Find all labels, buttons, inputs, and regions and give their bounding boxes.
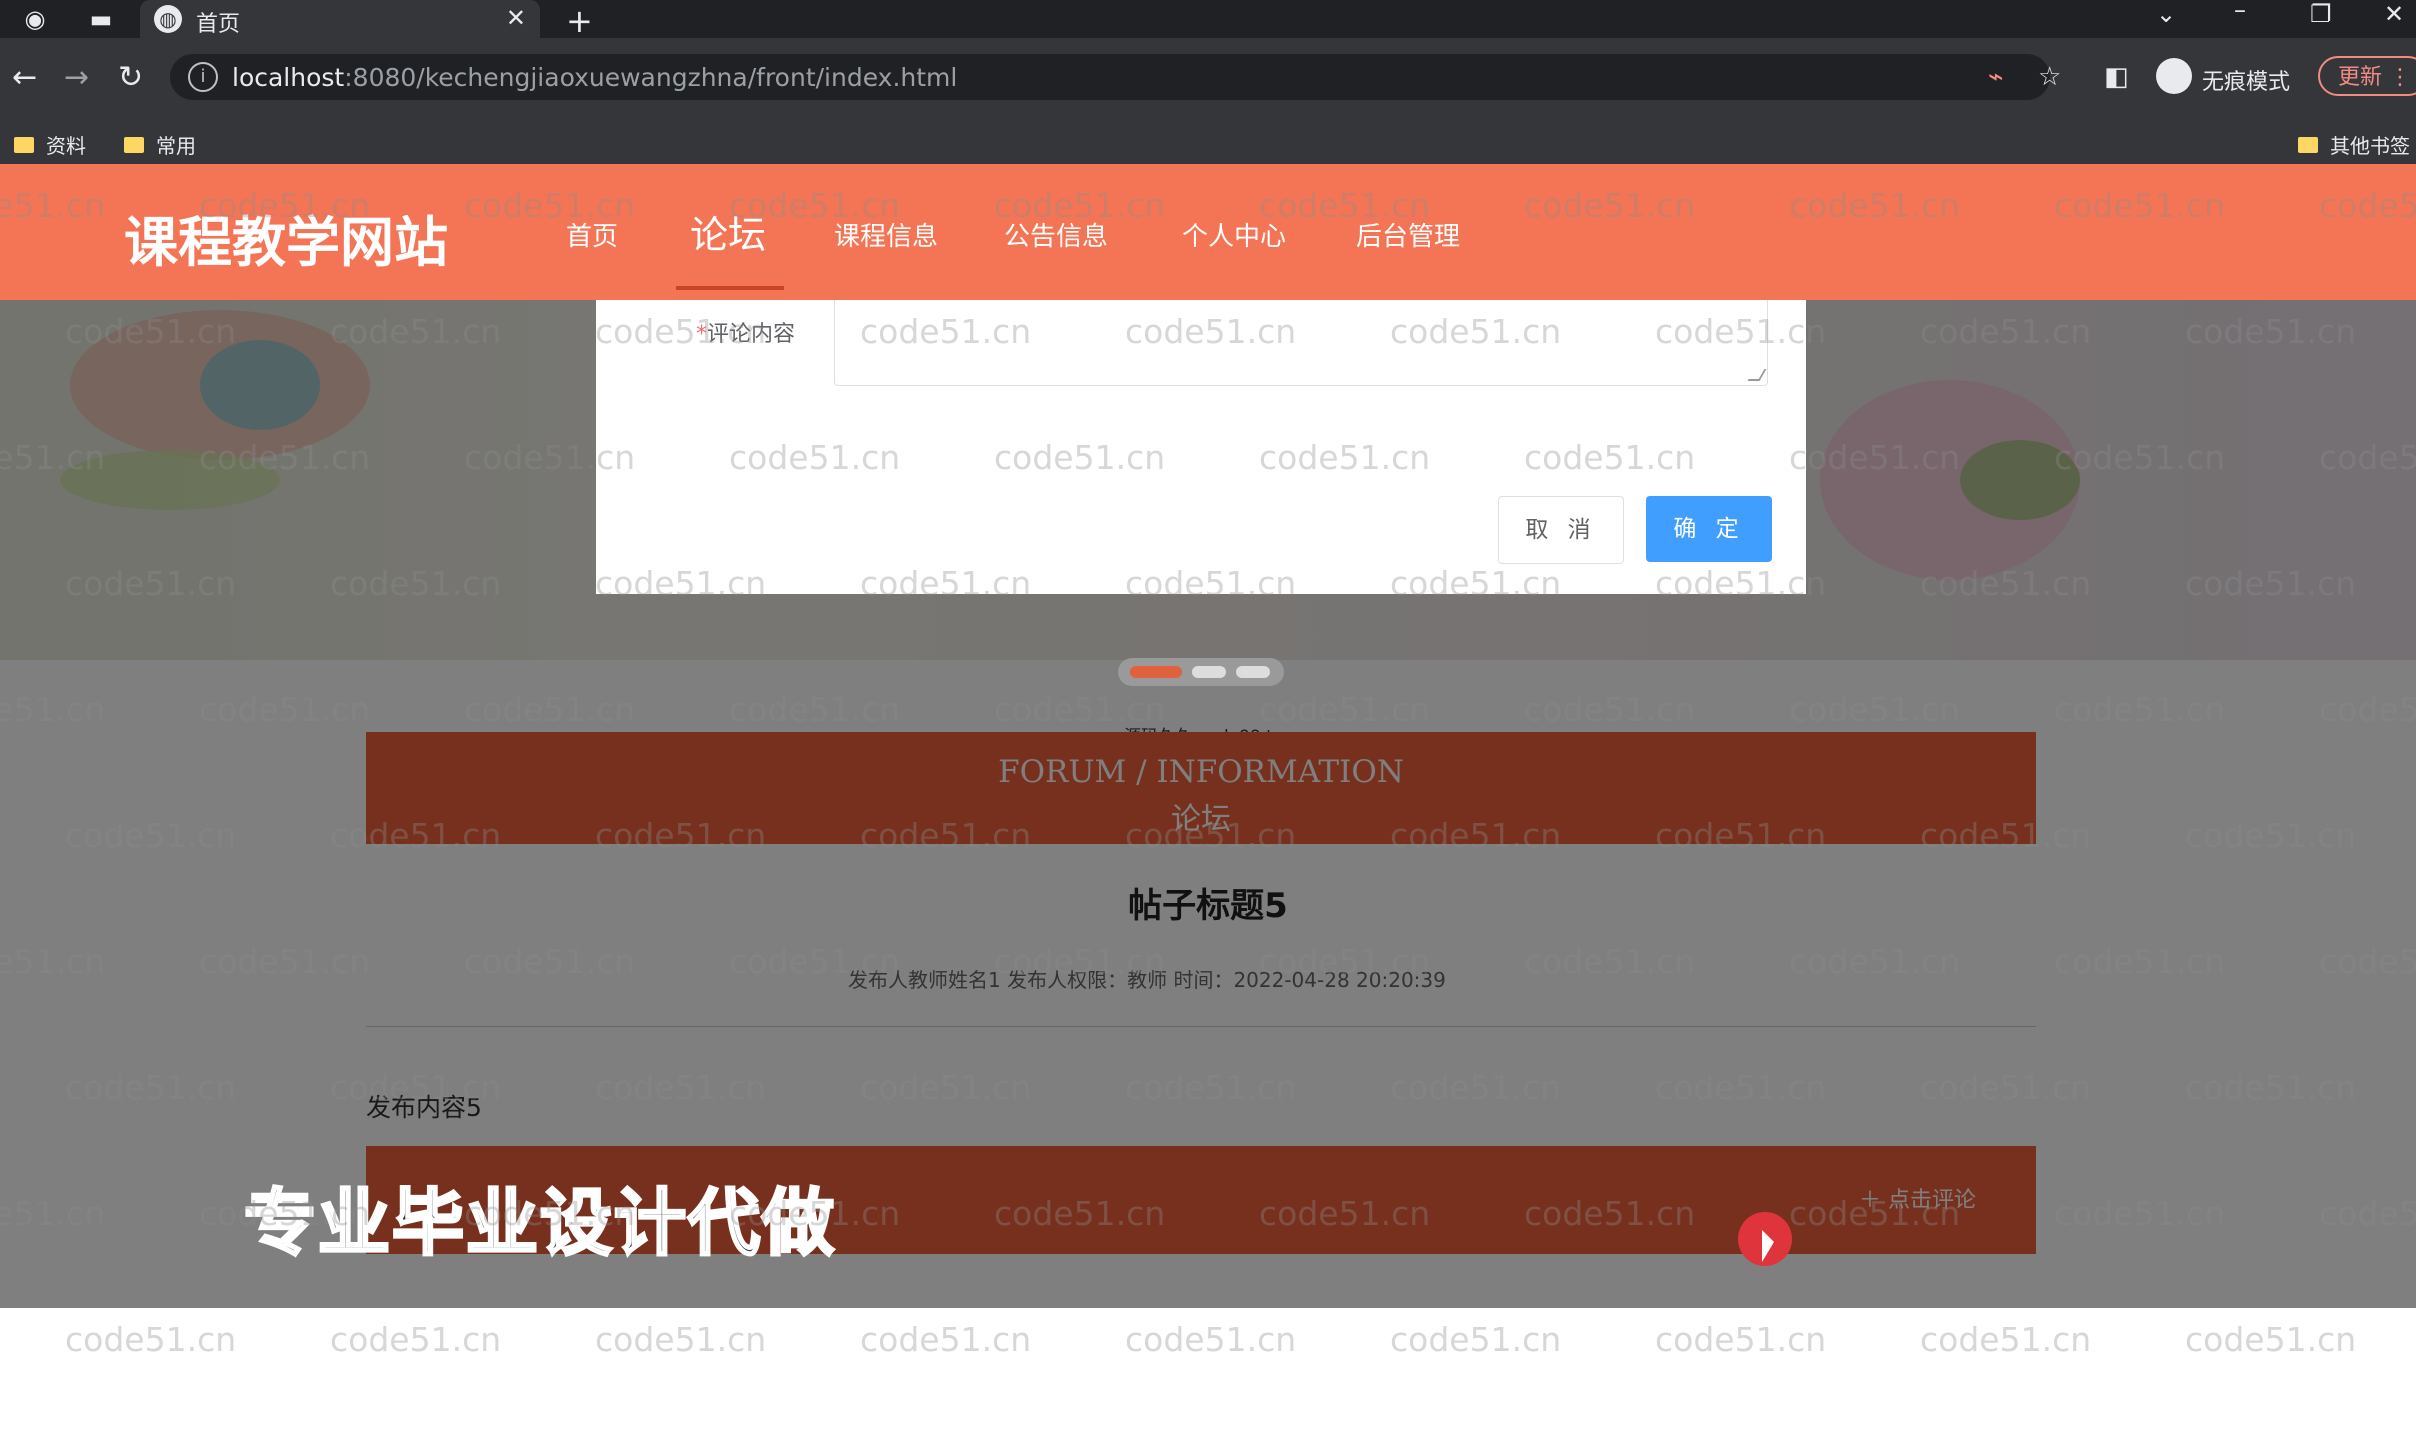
- bookmark-star-icon[interactable]: ☆: [2038, 62, 2061, 92]
- reload-icon[interactable]: ↻: [118, 60, 143, 95]
- site-info-icon[interactable]: i: [188, 62, 218, 92]
- comment-textarea[interactable]: [834, 300, 1768, 386]
- nav-personal-center[interactable]: 个人中心: [1182, 216, 1286, 253]
- url-text[interactable]: localhost:8080/kechengjiaoxuewangzhna/fr…: [232, 63, 957, 92]
- tab-title: 首页: [196, 12, 241, 37]
- cancel-button[interactable]: 取 消: [1498, 496, 1624, 564]
- blocked-popup-icon[interactable]: ⌁: [1988, 62, 2004, 92]
- nav-course-info[interactable]: 课程信息: [834, 216, 938, 253]
- back-icon[interactable]: ←: [12, 60, 37, 95]
- nav-admin[interactable]: 后台管理: [1356, 216, 1460, 253]
- carousel-dot[interactable]: [1236, 666, 1270, 678]
- incognito-icon[interactable]: [2156, 58, 2192, 94]
- folder-icon: [14, 136, 34, 153]
- forward-icon[interactable]: →: [64, 60, 89, 95]
- side-panel-icon[interactable]: ◧: [2104, 62, 2129, 92]
- mouse-cursor-icon: [1762, 1230, 1774, 1262]
- footer: [0, 1308, 2416, 1440]
- browser-menu-icon[interactable]: ◉: [20, 4, 50, 34]
- promo-overlay-text: 专业毕业设计代做: [242, 1180, 837, 1267]
- globe-icon: ◍: [154, 5, 182, 33]
- restore-icon[interactable]: ❐: [2310, 0, 2332, 28]
- new-tab-icon[interactable]: +: [566, 2, 593, 40]
- confirm-button[interactable]: 确 定: [1646, 496, 1772, 562]
- resize-handle-icon[interactable]: [1747, 369, 1767, 381]
- tab-search-icon[interactable]: ⌄: [2156, 0, 2176, 28]
- comment-dialog: *评论内容 取 消 确 定: [596, 300, 1806, 594]
- address-bar[interactable]: i localhost:8080/kechengjiaoxuewangzhna/…: [170, 54, 2050, 100]
- nav-forum[interactable]: 论坛: [690, 204, 766, 259]
- nav-home[interactable]: 首页: [566, 216, 618, 253]
- tab-overview-icon[interactable]: ▬: [86, 4, 116, 34]
- nav-announcements[interactable]: 公告信息: [1004, 216, 1108, 253]
- update-button[interactable]: 更新 ⋮: [2318, 56, 2416, 96]
- carousel-dot[interactable]: [1130, 666, 1182, 678]
- site-logo[interactable]: 课程教学网站: [124, 198, 448, 277]
- folder-icon: [2298, 136, 2318, 153]
- folder-icon: [124, 136, 144, 153]
- carousel-dot[interactable]: [1192, 666, 1226, 678]
- close-window-icon[interactable]: ✕: [2384, 0, 2404, 28]
- bookmark-folder[interactable]: 资料: [14, 130, 86, 159]
- bookmarks-bar: 资料 常用 其他书签: [0, 120, 2416, 164]
- minimize-icon[interactable]: –: [2234, 0, 2246, 24]
- carousel-indicators: [1118, 658, 1284, 686]
- nav-active-indicator: [676, 286, 784, 290]
- page: 课程教学网站 首页 论坛 课程信息 公告信息 个人中心 后台管理 源码久久-co…: [0, 164, 2416, 1440]
- close-tab-icon[interactable]: ✕: [506, 4, 526, 32]
- bookmark-folder[interactable]: 常用: [124, 130, 196, 159]
- browser-tab[interactable]: ◍ 首页 ✕: [140, 0, 540, 38]
- other-bookmarks[interactable]: 其他书签: [2298, 130, 2410, 159]
- site-header: 课程教学网站 首页 论坛 课程信息 公告信息 个人中心 后台管理: [0, 164, 2416, 300]
- incognito-label: 无痕模式: [2202, 70, 2291, 95]
- comment-field-label: *评论内容: [696, 322, 796, 347]
- browser-tab-strip: ◉ ▬ ◍ 首页 ✕ + ⌄ – ❐ ✕: [0, 0, 2416, 40]
